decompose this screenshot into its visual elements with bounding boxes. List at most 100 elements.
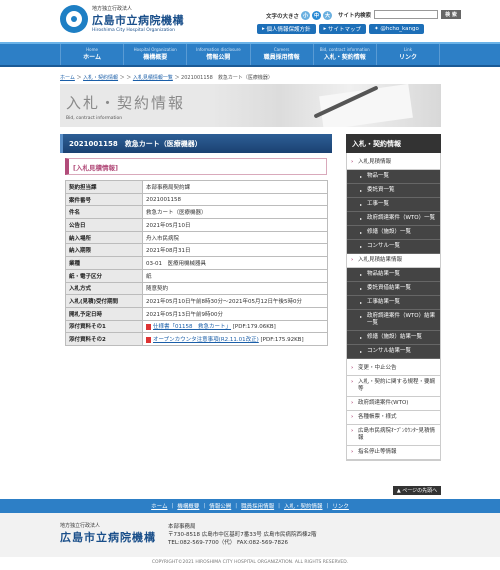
gnav-organization[interactable]: Hospital Organization 機構概要 bbox=[123, 44, 186, 65]
search-label: サイト内検索 bbox=[338, 12, 372, 19]
breadcrumb-current: 2021001158 救急カート（医療機器） bbox=[181, 75, 273, 81]
sidebar-item-other-4[interactable]: 広島市民病院ｵｰﾌﾟﾝｶｳﾝﾀｰ見積情報 bbox=[347, 425, 440, 446]
footer-nav-separator: | bbox=[326, 503, 329, 509]
row-label: 契約担当課 bbox=[65, 180, 143, 194]
table-row: 紙・電子区分紙 bbox=[65, 268, 328, 283]
attachment-1-link[interactable]: 仕様書「01158 救急カート」 bbox=[153, 324, 231, 330]
footer-logo[interactable]: 地方独立行政法人 広島市立病院機構 bbox=[60, 522, 156, 545]
table-row: 開札予定日時 2021年05月13日午前9時00分 bbox=[65, 306, 328, 321]
row-label: 添付資料その1 bbox=[65, 319, 143, 334]
table-row: 入札(見積)受付期間 2021年05月10日午前8時30分～2021年05月12日… bbox=[65, 294, 328, 308]
global-nav: Home ホーム Hospital Organization 機構概要 Inform… bbox=[0, 42, 500, 67]
table-row: 納入場所 舟入市民病院 bbox=[65, 230, 328, 245]
table-row: 公告日 2021年05月10日 bbox=[65, 218, 328, 232]
sidebar-subitem-bid-2[interactable]: 工事一覧 bbox=[347, 198, 440, 212]
row-value: 2021年05月10日午前8時30分～2021年05月12日午後5時0分 bbox=[142, 294, 328, 308]
sidebar-heading: 入札・契約情報 bbox=[346, 134, 441, 153]
sidebar-item-other-0[interactable]: 変更・中止公告 bbox=[347, 362, 440, 376]
row-label: 公告日 bbox=[65, 218, 143, 232]
row-value: 舟入市民病院 bbox=[142, 230, 328, 245]
pdf-icon bbox=[146, 336, 151, 343]
sidebar-item-other-2[interactable]: 政府調達案件(WTO) bbox=[347, 397, 440, 411]
sidebar-item-bid-info[interactable]: 入札見積情報 bbox=[347, 156, 440, 170]
row-value: 03-01 医療用機械器具 bbox=[142, 256, 328, 270]
privacy-policy-link[interactable]: ▸ 個人情報保護方針 bbox=[257, 24, 316, 34]
sidebar-item-other-3[interactable]: 各種帳票・様式 bbox=[347, 411, 440, 425]
breadcrumb-bid-list[interactable]: 入札見積情報一覧 bbox=[133, 75, 173, 81]
twitter-icon: ✦ bbox=[374, 26, 379, 32]
font-size-small-button[interactable]: 小 bbox=[301, 11, 311, 20]
breadcrumb: ホーム ＞ 入札・契約情報 ＞ ＞ 入札見積情報一覧 ＞ 2021001158 … bbox=[60, 75, 273, 81]
table-row: 業種 03-01 医療用機械器具 bbox=[65, 256, 328, 270]
gnav-link[interactable]: Link リンク bbox=[375, 44, 441, 65]
row-value: 2021001158 bbox=[142, 192, 328, 207]
page-title: 2021001158 救急カート（医療機器） bbox=[60, 134, 332, 153]
row-label: 入札方式 bbox=[65, 281, 143, 296]
sidebar-subitem-result-4[interactable]: 修繕（施設）結果一覧 bbox=[347, 331, 440, 345]
footer-address-title: 本部事務局 bbox=[168, 524, 196, 530]
sidebar-subitem-result-1[interactable]: 委託資借結果一覧 bbox=[347, 282, 440, 296]
sidebar-subitem-bid-4[interactable]: 修繕（施設）一覧 bbox=[347, 226, 440, 240]
footer-nav-link-4[interactable]: 入札・契約情報 bbox=[284, 502, 323, 510]
attachment-1-size: [PDF:179.06KB] bbox=[232, 324, 276, 331]
footer-address-line: 〒730-8518 広島市中区基町7番33号 広島市民病院西棟2階 bbox=[168, 532, 317, 538]
sidebar-subitem-result-2[interactable]: 工事結果一覧 bbox=[347, 296, 440, 310]
search-input[interactable] bbox=[374, 10, 439, 19]
font-size-large-button[interactable]: 大 bbox=[323, 11, 333, 20]
footer-nav-separator: | bbox=[235, 503, 238, 509]
sidebar-subitem-bid-3[interactable]: 政府調達案件（WTO）一覧 bbox=[347, 212, 440, 226]
attachment-2-size: [PDF:175.92KB] bbox=[260, 337, 304, 344]
font-size-medium-button[interactable]: 中 bbox=[312, 11, 322, 20]
site-header: 地方独立行政法人 広島市立病院機構 Hiroshima City Hospita… bbox=[0, 0, 500, 42]
sidebar-item-other-5[interactable]: 指名停止等情報 bbox=[347, 446, 440, 460]
table-row: 案件番号 2021001158 bbox=[65, 192, 328, 207]
twitter-link[interactable]: ✦ @hcho_kango bbox=[369, 24, 424, 34]
footer-nav-separator: | bbox=[278, 503, 280, 509]
copyright: COPYRIGHT©2021 HIROSHIMA CITY HOSPITAL O… bbox=[151, 560, 349, 565]
row-value: 紙 bbox=[142, 268, 328, 283]
footer-nav-separator: | bbox=[203, 503, 206, 509]
footer-nav-link-1[interactable]: 機構概要 bbox=[177, 502, 199, 510]
row-value: 2021年08月31日 bbox=[142, 243, 328, 258]
category-heading: [入札見積情報] bbox=[65, 158, 327, 175]
table-row: 契約担当課 本部事務局契約課 bbox=[65, 180, 328, 194]
gnav-disclosure[interactable]: Information disclosure 情報公開 bbox=[186, 44, 249, 65]
sidebar-subitem-result-5[interactable]: コンサル結果一覧 bbox=[347, 345, 440, 359]
footer-nav-link-0[interactable]: ホーム bbox=[151, 502, 167, 510]
footer-nav-link-2[interactable]: 情報公開 bbox=[209, 502, 231, 510]
search-button[interactable]: 検 索 bbox=[441, 10, 462, 19]
row-value: オープンカウンタ注意事項(R2.11.01改正) [PDF:175.92KB] bbox=[142, 332, 328, 346]
sidebar-subitem-bid-0[interactable]: 物品一覧 bbox=[347, 170, 440, 184]
page-top-button[interactable]: ▲ ページの先頭へ bbox=[393, 486, 441, 495]
row-value: 本部事務局契約課 bbox=[142, 180, 328, 194]
footer-address: 本部事務局 〒730-8518 広島市中区基町7番33号 広島市民病院西棟2階 … bbox=[168, 523, 316, 547]
sidebar-item-bid-results[interactable]: 入札見積結果情報 bbox=[347, 254, 440, 268]
sitemap-link[interactable]: ▸ サイトマップ bbox=[318, 24, 367, 34]
row-label: 添付資料その2 bbox=[65, 332, 143, 346]
attachment-2-link[interactable]: オープンカウンタ注意事項(R2.11.01改正) bbox=[153, 337, 259, 343]
row-label: 紙・電子区分 bbox=[65, 268, 143, 283]
footer-nav-link-3[interactable]: 職員採用情報 bbox=[241, 502, 274, 510]
row-label: 開札予定日時 bbox=[65, 306, 143, 321]
page-banner: 入札・契約情報 Bid, contract information bbox=[60, 84, 441, 127]
gnav-bid-contract[interactable]: Bid, contract information 入札・契約情報 bbox=[312, 44, 376, 65]
header-links: ▸ 個人情報保護方針 ▸ サイトマップ ✦ @hcho_kango bbox=[257, 24, 424, 34]
sidebar-subitem-result-3[interactable]: 政府調達案件（WTO）結果一覧 bbox=[347, 310, 440, 331]
breadcrumb-bid-contract[interactable]: 入札・契約情報 bbox=[83, 75, 118, 81]
sidebar-subitem-bid-5[interactable]: コンサル一覧 bbox=[347, 240, 440, 254]
logo-mark-icon bbox=[60, 5, 88, 33]
sidebar: 入札・契約情報 入札見積情報 物品一覧委託資一覧工事一覧政府調達案件（WTO）一… bbox=[346, 134, 441, 461]
font-size-label: 文字の大きさ bbox=[266, 13, 300, 20]
sidebar-item-other-1[interactable]: 入札・契約に関する規程・要綱等 bbox=[347, 376, 440, 397]
site-logo[interactable]: 地方独立行政法人 広島市立病院機構 Hiroshima City Hospita… bbox=[60, 5, 184, 33]
gnav-careers[interactable]: Careers 職員採用情報 bbox=[249, 44, 313, 65]
sidebar-subitem-result-0[interactable]: 物品結果一覧 bbox=[347, 268, 440, 282]
table-row: 添付資料その1 仕様書「01158 救急カート」 [PDF:179.06KB] bbox=[65, 319, 328, 334]
bid-info-table: 契約担当課 本部事務局契約課 案件番号 2021001158 件名 救急カート（医療機器）… bbox=[65, 180, 328, 346]
breadcrumb-home[interactable]: ホーム bbox=[60, 75, 75, 81]
sidebar-subitem-bid-1[interactable]: 委託資一覧 bbox=[347, 184, 440, 198]
row-label: 業種 bbox=[65, 256, 143, 270]
gnav-home[interactable]: Home ホーム bbox=[60, 44, 123, 65]
footer-nav-link-5[interactable]: リンク bbox=[332, 502, 349, 510]
row-value: 随意契約 bbox=[142, 281, 328, 296]
